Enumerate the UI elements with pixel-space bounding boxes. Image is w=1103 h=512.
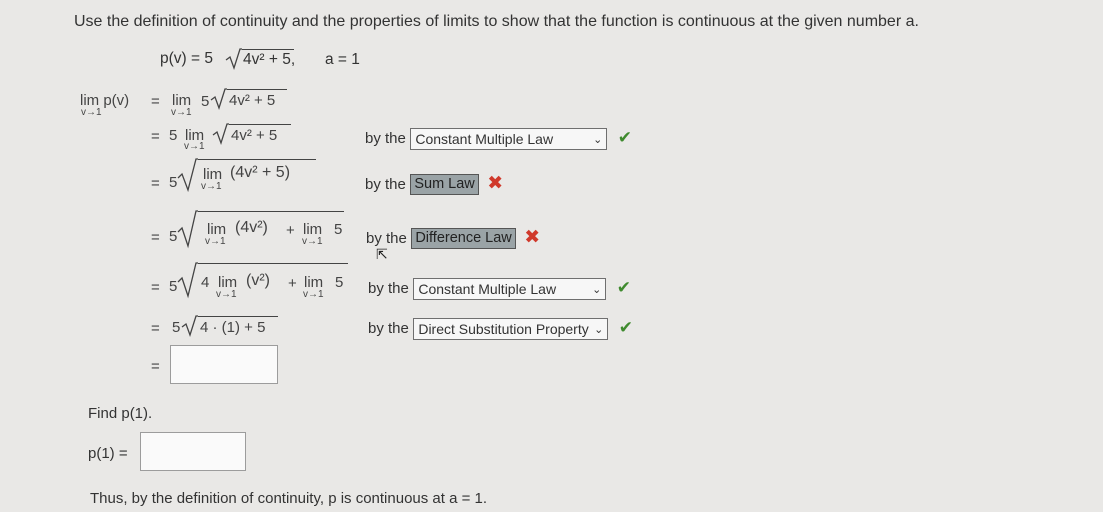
mouse-cursor-icon: ⇱ (376, 246, 388, 262)
radical-sign (225, 48, 242, 71)
radical-sign (212, 123, 229, 146)
limit-subscript: v→1 (303, 289, 324, 300)
coefficient: 5 (201, 93, 210, 110)
justification-row: by the Direct Substitution Property ⌄ ✔ (368, 318, 633, 340)
limit-subscript: v→1 (205, 236, 226, 247)
check-icon: ✔ (616, 278, 632, 298)
function-definition: p(v) = 5 (160, 50, 213, 68)
limit-subscript: v→1 (184, 141, 205, 152)
find-prompt: Find p(1). (88, 405, 153, 422)
instruction-text: Use the definition of continuity and the… (74, 13, 919, 30)
justification-row: by the Difference Law ✖ (366, 226, 541, 250)
radicand: 4v² + 5 (231, 127, 278, 144)
limit-term: (v²) (246, 272, 270, 289)
check-icon: ✔ (618, 318, 634, 338)
radical-sign (210, 88, 227, 111)
law-dropdown[interactable]: Constant Multiple Law ⌄ (413, 278, 607, 300)
equals-sign: = (151, 93, 160, 110)
by-the-label: by the (365, 130, 406, 148)
law-dropdown[interactable]: Direct Substitution Property ⌄ (413, 318, 609, 340)
plus-sign: + (286, 222, 295, 239)
equals-sign: = (151, 358, 160, 375)
plus-sign: + (288, 275, 297, 292)
by-the-label: by the (366, 230, 407, 247)
justification-row: by the Constant Multiple Law ⌄ ✔ (365, 128, 632, 150)
p1-answer-input[interactable] (140, 432, 246, 471)
by-the-label: by the (368, 320, 409, 338)
limit-subscript: v→1 (201, 181, 222, 192)
equals-sign: = (151, 175, 160, 192)
chevron-down-icon: ⌄ (592, 284, 602, 296)
coefficient: 5 (169, 228, 178, 245)
constant: 5 (335, 274, 344, 291)
equals-sign: = (151, 320, 160, 337)
coefficient: 5 (169, 127, 178, 144)
given-a: a = 1 (325, 51, 360, 68)
law-dropdown-value: Direct Substitution Property (418, 321, 589, 337)
limit-subscript: v→1 (216, 289, 237, 300)
equals-sign: = (151, 279, 160, 296)
substituted-radicand: 4 · (1) + 5 (200, 319, 266, 336)
limit-term: (4v²) (235, 219, 268, 236)
justification-row: by the Sum Law ✖ (365, 172, 504, 196)
function-lhs: p(v) = 5 (160, 50, 213, 67)
limit-subscript: v→1 (81, 107, 102, 118)
cross-icon: ✖ (524, 227, 541, 248)
conclusion-text: Thus, by the definition of continuity, p… (90, 490, 488, 507)
check-icon: ✔ (617, 128, 633, 148)
chevron-down-icon: ⌄ (593, 134, 603, 146)
radical-sign (177, 262, 198, 299)
chevron-down-icon: ⌄ (594, 324, 604, 336)
coefficient: 5 (172, 319, 181, 336)
law-dropdown-value: Constant Multiple Law (415, 131, 554, 147)
law-dropdown-value: Constant Multiple Law (418, 281, 557, 297)
function-radicand: 4v² + 5, (243, 51, 296, 68)
equals-sign: = (151, 229, 160, 246)
by-the-label: by the (368, 280, 409, 298)
radical-sign (181, 315, 198, 338)
coefficient: 5 (169, 174, 178, 191)
constant: 5 (334, 221, 343, 238)
p1-label: p(1) = (88, 445, 128, 462)
law-selection-sum-law[interactable]: Sum Law (410, 174, 479, 196)
by-the-label: by the (365, 176, 406, 193)
limit-subscript: v→1 (171, 107, 192, 118)
coefficient: 5 (169, 278, 178, 295)
radicand: 4v² + 5 (229, 92, 276, 109)
justification-row: by the Constant Multiple Law ⌄ ✔ (368, 278, 631, 300)
cross-icon: ✖ (487, 173, 504, 194)
coefficient: 4 (201, 274, 210, 291)
radical-sign (177, 158, 198, 193)
limit-subscript: v→1 (302, 236, 323, 247)
law-selection-difference-law[interactable]: Difference Law (411, 228, 516, 250)
limit-expression: (4v² + 5) (230, 164, 291, 181)
equals-sign: = (151, 128, 160, 145)
radical-sign (177, 210, 198, 249)
law-dropdown[interactable]: Constant Multiple Law ⌄ (410, 128, 608, 150)
limit-answer-input[interactable] (170, 345, 278, 384)
